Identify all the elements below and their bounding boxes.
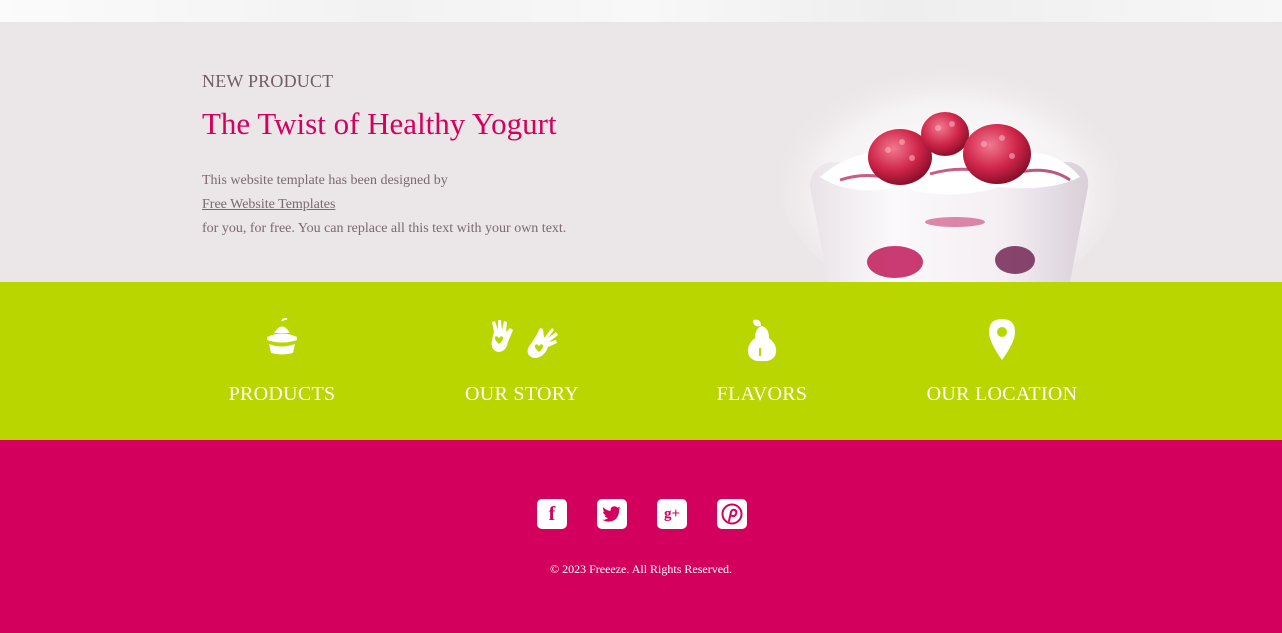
nav-label: OUR LOCATION: [926, 383, 1078, 405]
nav-label: FLAVORS: [716, 383, 808, 405]
site-footer: f g+ © 2023 Freeeze. All Rights Reserved…: [0, 440, 1282, 633]
google-plus-icon[interactable]: g+: [657, 499, 687, 529]
yogurt-image: [780, 62, 1120, 282]
cupcake-icon: [162, 318, 402, 362]
twitter-icon[interactable]: [597, 499, 627, 529]
featured-title: The Twist of Healthy Yogurt: [202, 106, 557, 141]
featured-product-section: NEW PRODUCT The Twist of Healthy Yogurt …: [0, 22, 1282, 282]
description-line: This website template has been designed …: [202, 173, 448, 188]
pinterest-icon[interactable]: [717, 499, 747, 529]
pinterest-glyph: [721, 503, 743, 525]
featured-description: This website template has been designed …: [202, 169, 566, 241]
feature-navigation: PRODUCTS OUR STORY FLAVORS OUR LOCATION: [0, 282, 1282, 440]
description-line: for you, for free. You can replace all t…: [202, 221, 567, 236]
hands-heart-icon: [402, 318, 642, 362]
map-pin-icon: [882, 318, 1122, 362]
facebook-icon[interactable]: f: [537, 499, 567, 529]
nav-item-products[interactable]: PRODUCTS: [162, 282, 402, 440]
pear-icon: [642, 318, 882, 362]
free-templates-link[interactable]: Free Website Templates: [202, 193, 566, 217]
nav-item-flavors[interactable]: FLAVORS: [642, 282, 882, 440]
twitter-bird-glyph: [602, 506, 621, 522]
nav-item-our-location[interactable]: OUR LOCATION: [882, 282, 1122, 440]
top-banner-strip: [0, 0, 1282, 22]
section-label: NEW PRODUCT: [202, 71, 334, 91]
copyright-text: © 2023 Freeeze. All Rights Reserved.: [549, 562, 733, 576]
nav-label: OUR STORY: [464, 383, 580, 405]
nav-item-our-story[interactable]: OUR STORY: [402, 282, 642, 440]
nav-label: PRODUCTS: [228, 383, 336, 405]
